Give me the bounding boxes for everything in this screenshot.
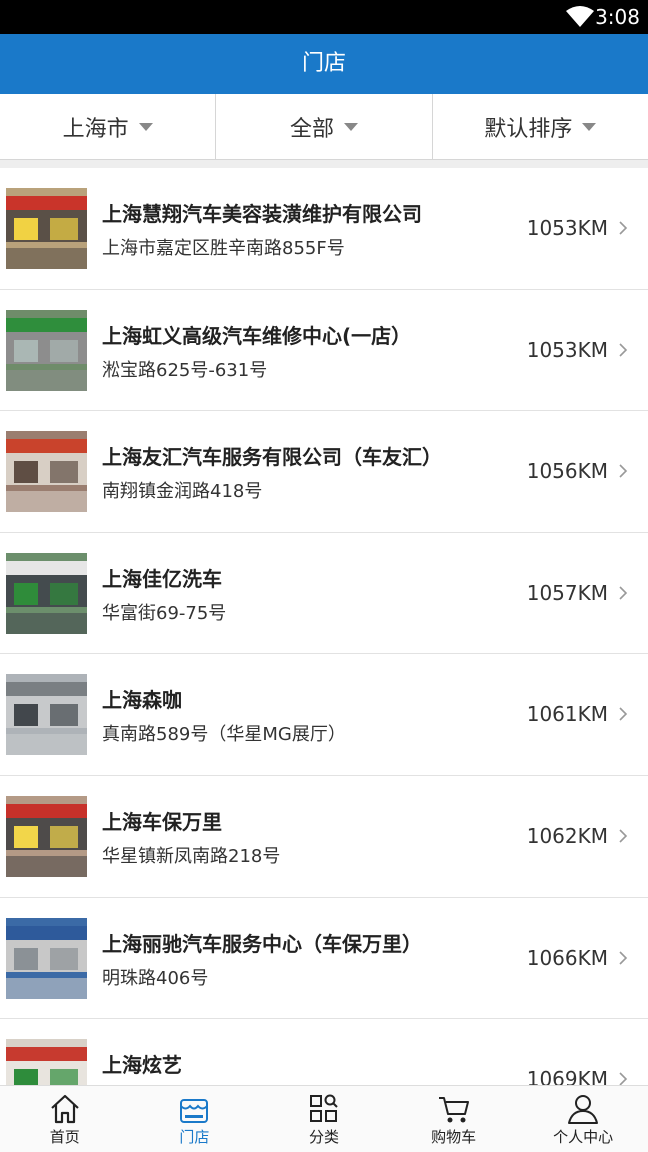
store-photo	[6, 188, 87, 269]
status-time: 3:08	[595, 5, 640, 29]
tab-cart[interactable]: 购物车	[389, 1086, 519, 1152]
chevron-right-icon	[619, 1072, 628, 1085]
store-address: 明珠路406号	[102, 967, 209, 989]
store-distance: 1053KM	[526, 216, 608, 240]
store-row[interactable]: 上海慧翔汽车美容装潢维护有限公司 上海市嘉定区胜辛南路855F号 1053KM	[0, 168, 648, 290]
caret-down-icon	[344, 122, 358, 131]
tab-category-label: 分类	[308, 1128, 339, 1146]
store-row[interactable]: 上海车保万里华星镇新凤南路218号 1062KM	[0, 775, 648, 898]
chevron-right-icon	[619, 221, 628, 235]
bottom-tab-bar: 首页 门店 分类 购物车 个人中心	[0, 1085, 648, 1152]
store-row[interactable]: 上海友汇汽车服务有限公司（车友汇） 南翔镇金润路418号 1056KM	[0, 411, 648, 533]
store-distance: 1056KM	[526, 459, 608, 484]
store-row[interactable]: 上海炫艺 1069KM	[0, 1019, 648, 1085]
divider	[0, 160, 648, 168]
chevron-right-icon	[619, 586, 628, 600]
filter-city-label: 上海市	[62, 116, 129, 142]
filter-city[interactable]: 上海市	[0, 94, 217, 159]
category-icon	[309, 1094, 338, 1122]
store-photo	[6, 309, 87, 391]
store-distance: 1069KM	[526, 1067, 608, 1085]
store-distance: 1053KM	[526, 337, 608, 362]
tab-store[interactable]: 门店	[130, 1086, 260, 1152]
store-photo	[6, 552, 87, 634]
store-name: 上海虹义高级汽车维修中心(一店）	[102, 323, 412, 348]
store-list[interactable]: 上海慧翔汽车美容装潢维护有限公司 上海市嘉定区胜辛南路855F号 1053KM 上海虹…	[0, 168, 648, 1085]
store-row[interactable]: 上海虹义高级汽车维修中心(一店） 淞宝路625号-631号 1053KM	[0, 289, 648, 412]
tab-home[interactable]: 首页	[0, 1086, 130, 1152]
store-distance: 1066KM	[526, 945, 608, 970]
chevron-right-icon	[619, 464, 628, 478]
store-address: 上海市嘉定区胜辛南路855F号	[102, 238, 345, 259]
store-distance: 1061KM	[526, 702, 608, 727]
chevron-right-icon	[619, 950, 628, 965]
store-photo	[6, 431, 87, 513]
cart-icon	[438, 1097, 469, 1123]
tab-profile[interactable]: 个人中心	[518, 1086, 648, 1152]
tab-home-label: 首页	[49, 1128, 80, 1146]
user-icon	[568, 1095, 599, 1124]
tab-category[interactable]: 分类	[259, 1086, 389, 1152]
store-address: 真南路589号（华星MG展厅）	[102, 724, 346, 746]
store-name: 上海森咖	[102, 688, 182, 713]
store-name: 上海丽驰汽车服务中心（车保万里）	[102, 931, 422, 956]
filter-sort-label: 默认排序	[484, 116, 573, 142]
wifi-icon	[566, 6, 594, 27]
store-name: 上海友汇汽车服务有限公司（车友汇）	[102, 445, 442, 470]
store-icon	[180, 1099, 209, 1123]
store-name: 上海佳亿洗车	[102, 566, 222, 591]
filter-sort[interactable]: 默认排序	[433, 94, 648, 159]
tab-profile-label: 个人中心	[553, 1128, 614, 1146]
store-row[interactable]: 上海佳亿洗车 华富街69-75号 1057KM	[0, 532, 648, 655]
store-name: 上海炫艺	[102, 1053, 182, 1078]
chevron-right-icon	[619, 343, 628, 357]
home-icon	[51, 1094, 79, 1124]
store-name: 上海车保万里	[102, 809, 222, 834]
store-distance: 1057KM	[526, 580, 608, 605]
tab-store-label: 门店	[179, 1128, 210, 1146]
filter-category-label: 全部	[289, 116, 334, 142]
caret-down-icon	[582, 122, 597, 131]
chevron-right-icon	[619, 707, 628, 721]
store-photo	[6, 1039, 87, 1085]
store-distance: 1062KM	[526, 823, 608, 848]
page-title: 门店	[0, 34, 648, 94]
store-photo	[6, 917, 87, 999]
store-photo	[6, 674, 87, 756]
store-address: 淞宝路625号-631号	[102, 359, 268, 381]
tab-cart-label: 购物车	[431, 1128, 477, 1146]
filter-bar: 上海市 全部 默认排序	[0, 94, 648, 160]
store-row[interactable]: 上海丽驰汽车服务中心（车保万里） 明珠路406号 1066KM	[0, 897, 648, 1020]
store-address: 华富街69-75号	[102, 602, 227, 624]
filter-category[interactable]: 全部	[216, 94, 433, 159]
status-bar: 3:08	[0, 0, 648, 34]
store-address: 华星镇新凤南路218号	[102, 845, 281, 867]
store-photo	[6, 795, 87, 877]
store-name: 上海慧翔汽车美容装潢维护有限公司	[102, 202, 422, 226]
caret-down-icon	[138, 122, 153, 131]
store-address: 南翔镇金润路418号	[102, 481, 263, 503]
chevron-right-icon	[619, 829, 628, 843]
store-row[interactable]: 上海森咖真南路589号（华星MG展厅） 1061KM	[0, 654, 648, 776]
